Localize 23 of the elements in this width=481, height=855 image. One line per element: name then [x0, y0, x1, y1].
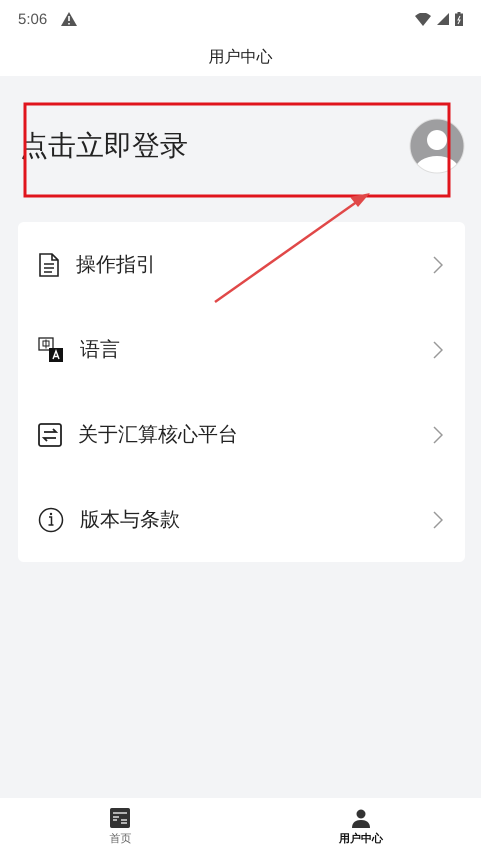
info-icon — [38, 506, 64, 532]
nav-tab[interactable]: 首页 — [0, 798, 240, 855]
menu-item[interactable]: 操作指引 — [18, 222, 465, 307]
status-time: 5:06 — [18, 10, 48, 28]
user-icon — [350, 808, 371, 828]
document-icon — [38, 252, 60, 276]
chevron-right-icon — [433, 340, 443, 358]
warning-icon — [61, 12, 78, 26]
wifi-icon — [415, 12, 431, 26]
signal-icon — [437, 13, 449, 25]
chevron-right-icon — [433, 510, 443, 528]
page-title: 用户中心 — [208, 46, 272, 68]
translate-icon — [38, 336, 64, 362]
menu-item[interactable]: 关于汇算核心平台 — [18, 392, 465, 477]
battery-icon — [455, 12, 463, 26]
chevron-right-icon — [433, 256, 443, 274]
nav-tab[interactable]: 用户中心 — [240, 798, 481, 855]
swap-icon — [38, 422, 62, 446]
menu-item[interactable]: 语言 — [18, 307, 465, 392]
chevron-right-icon — [433, 426, 443, 444]
menu-item[interactable]: 版本与条款 — [18, 477, 465, 562]
avatar-icon[interactable] — [409, 118, 465, 174]
dashboard-icon — [110, 808, 130, 828]
